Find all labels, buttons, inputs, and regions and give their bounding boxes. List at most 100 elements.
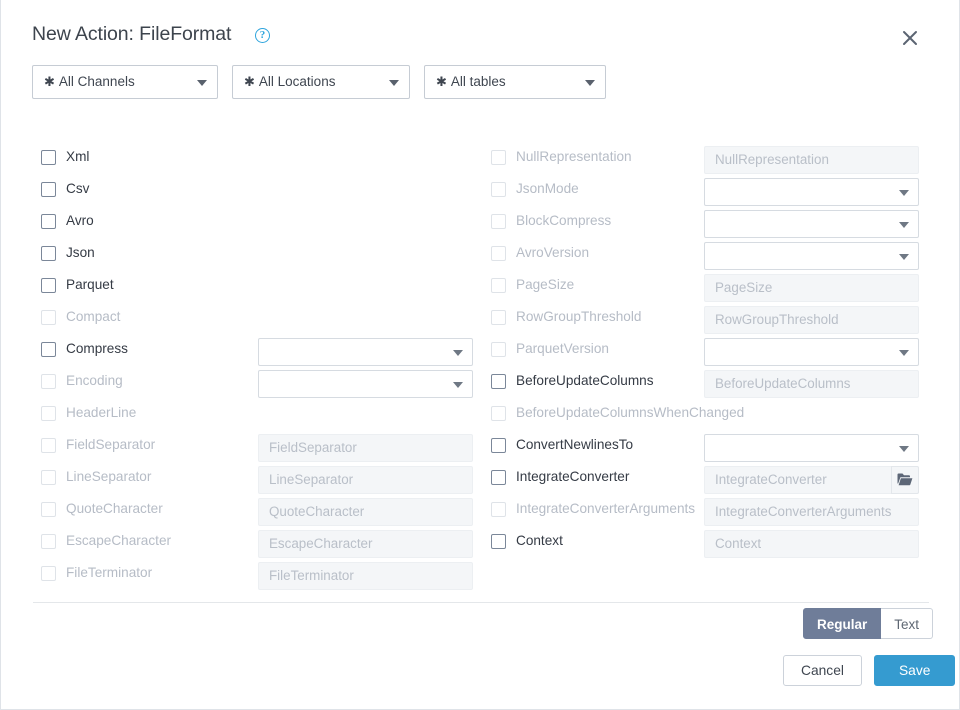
- checkbox-csv[interactable]: [41, 182, 56, 197]
- option-label: FileTerminator: [66, 565, 153, 580]
- option-label: QuoteCharacter: [66, 501, 163, 516]
- help-circle-icon[interactable]: ?: [255, 28, 270, 43]
- chevron-down-icon: [899, 446, 909, 452]
- toggle-text[interactable]: Text: [881, 608, 934, 639]
- close-icon[interactable]: [897, 25, 923, 51]
- option-field: NullRepresentation: [704, 146, 919, 174]
- option-field: PageSize: [704, 274, 919, 302]
- option-row: Compact: [32, 304, 473, 336]
- option-label: Avro: [66, 213, 94, 228]
- option-field: [704, 178, 919, 206]
- checkbox-blockcompress: [491, 214, 506, 229]
- text-input-beforeupdatecolumns[interactable]: BeforeUpdateColumns: [704, 370, 919, 398]
- option-row: Compress: [32, 336, 473, 368]
- left-options-column: Xml Csv Avro Json Parquet Compact Compress Enco…: [32, 144, 473, 592]
- option-row: BlockCompress: [482, 208, 919, 240]
- cancel-button[interactable]: Cancel: [783, 655, 862, 686]
- option-row: IntegrateConverterArguments IntegrateConv…: [482, 496, 919, 528]
- asterisk-icon: ✱: [44, 74, 55, 89]
- option-label: FieldSeparator: [66, 437, 156, 452]
- option-field: [704, 242, 919, 270]
- select-compress[interactable]: [258, 338, 473, 366]
- table-filter-select[interactable]: ✱ All tables: [424, 65, 606, 99]
- select-convertnewlinesto[interactable]: [704, 434, 919, 462]
- option-label: Parquet: [66, 277, 114, 292]
- text-input-fileterminator: FileTerminator: [258, 562, 473, 590]
- checkbox-integrateconverter[interactable]: [491, 470, 506, 485]
- option-field: IntegrateConverter: [704, 466, 919, 494]
- option-field: [704, 210, 919, 238]
- option-row: NullRepresentation NullRepresentation: [482, 144, 919, 176]
- text-input-rowgroupthreshold: RowGroupThreshold: [704, 306, 919, 334]
- select-blockcompress: [704, 210, 919, 238]
- footer-divider: [33, 602, 929, 603]
- checkbox-convertnewlinesto[interactable]: [491, 438, 506, 453]
- option-label: IntegrateConverterArguments: [516, 501, 696, 516]
- text-input-integrateconverter[interactable]: IntegrateConverter: [704, 466, 919, 494]
- option-row: BeforeUpdateColumns BeforeUpdateColumns: [482, 368, 919, 400]
- checkbox-beforeupdatecolumns[interactable]: [491, 374, 506, 389]
- select-encoding: [258, 370, 473, 398]
- option-row: FileTerminator FileTerminator: [32, 560, 473, 592]
- checkbox-nullrepresentation: [491, 150, 506, 165]
- select-jsonmode: [704, 178, 919, 206]
- option-label: Compress: [66, 341, 128, 356]
- option-field: QuoteCharacter: [258, 498, 473, 526]
- chevron-down-icon: [389, 80, 399, 86]
- option-field: [704, 338, 919, 366]
- checkbox-compress[interactable]: [41, 342, 56, 357]
- toggle-regular[interactable]: Regular: [803, 608, 882, 639]
- option-label: BlockCompress: [516, 213, 612, 228]
- option-row: Json: [32, 240, 473, 272]
- checkbox-rowgroupthreshold: [491, 310, 506, 325]
- asterisk-icon: ✱: [436, 74, 447, 89]
- checkbox-compact: [41, 310, 56, 325]
- chevron-down-icon: [197, 80, 207, 86]
- option-row: JsonMode: [482, 176, 919, 208]
- checkbox-parquet[interactable]: [41, 278, 56, 293]
- option-label: Context: [516, 533, 563, 548]
- option-label: ConvertNewlinesTo: [516, 437, 634, 452]
- option-label: Xml: [66, 149, 90, 164]
- location-filter-select[interactable]: ✱ All Locations: [232, 65, 410, 99]
- channel-filter-select[interactable]: ✱ All Channels: [32, 65, 218, 99]
- save-button[interactable]: Save: [873, 655, 956, 686]
- option-row: FieldSeparator FieldSeparator: [32, 432, 473, 464]
- chevron-down-icon: [899, 222, 909, 228]
- checkbox-xml[interactable]: [41, 150, 56, 165]
- option-label: RowGroupThreshold: [516, 309, 642, 324]
- location-filter-label: ✱ All Locations: [244, 74, 336, 89]
- checkbox-context[interactable]: [491, 534, 506, 549]
- option-row: HeaderLine: [32, 400, 473, 432]
- option-label: LineSeparator: [66, 469, 152, 484]
- option-row: EscapeCharacter EscapeCharacter: [32, 528, 473, 560]
- option-label: AvroVersion: [516, 245, 590, 260]
- option-label: ParquetVersion: [516, 341, 609, 356]
- dialog-actions: Cancel Save: [783, 655, 956, 686]
- text-input-context[interactable]: Context: [704, 530, 919, 558]
- chevron-down-icon: [585, 80, 595, 86]
- option-field: Context: [704, 530, 919, 558]
- option-row: PageSize PageSize: [482, 272, 919, 304]
- channel-filter-label: ✱ All Channels: [44, 74, 135, 89]
- text-input-nullrepresentation: NullRepresentation: [704, 146, 919, 174]
- checkbox-escapecharacter: [41, 534, 56, 549]
- folder-open-icon[interactable]: [891, 466, 919, 494]
- option-label: IntegrateConverter: [516, 469, 630, 484]
- checkbox-json[interactable]: [41, 246, 56, 261]
- chevron-down-icon: [899, 350, 909, 356]
- option-label: EscapeCharacter: [66, 533, 172, 548]
- checkbox-integrateconverterarguments: [491, 502, 506, 517]
- option-label: NullRepresentation: [516, 149, 632, 164]
- text-input-integrateconverterarguments: IntegrateConverterArguments: [704, 498, 919, 526]
- option-field: IntegrateConverterArguments: [704, 498, 919, 526]
- option-row: QuoteCharacter QuoteCharacter: [32, 496, 473, 528]
- option-field: [704, 434, 919, 462]
- checkbox-avro[interactable]: [41, 214, 56, 229]
- chevron-down-icon: [899, 254, 909, 260]
- text-input-escapecharacter: EscapeCharacter: [258, 530, 473, 558]
- option-label: BeforeUpdateColumnsWhenChanged: [516, 405, 745, 420]
- select-parquetversion: [704, 338, 919, 366]
- checkbox-parquetversion: [491, 342, 506, 357]
- option-row: Parquet: [32, 272, 473, 304]
